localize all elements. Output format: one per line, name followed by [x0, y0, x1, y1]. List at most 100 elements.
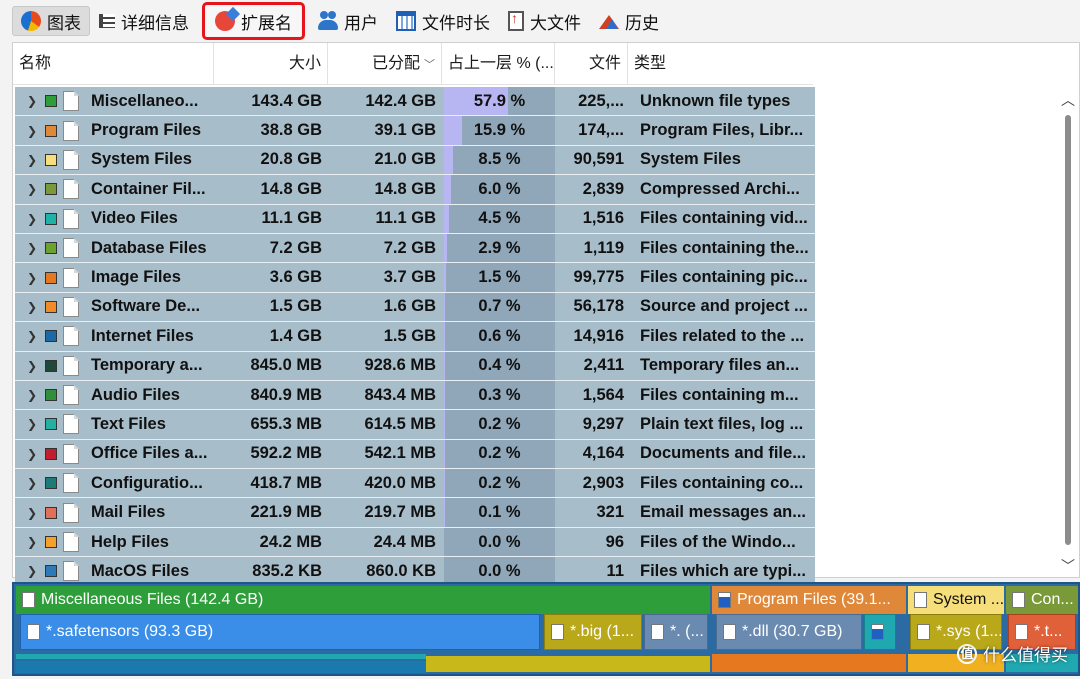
window-icon: [871, 624, 884, 640]
table-row[interactable]: ❯ System Files 20.8 GB 21.0 GB 8.5 % 90,…: [15, 145, 815, 176]
table-row[interactable]: ❯ Audio Files 840.9 MB 843.4 MB 0.3 % 1,…: [15, 380, 815, 411]
treemap-strip[interactable]: [712, 654, 906, 672]
percent-cell: 15.9 %: [444, 116, 555, 145]
treemap-block-system[interactable]: System ...: [908, 586, 1004, 614]
treemap-block-misc-other[interactable]: *. (...: [644, 614, 708, 650]
expand-chevron-icon[interactable]: ❯: [27, 359, 41, 373]
column-header-allocated-label: 已分配: [371, 55, 420, 72]
watermark-text: 什么值得买: [983, 646, 1068, 665]
tab-history[interactable]: 历史: [590, 6, 668, 36]
file-type-icon: [63, 238, 79, 259]
treemap-block-misc[interactable]: Miscellaneous Files (142.4 GB): [16, 586, 710, 614]
tab-extensions[interactable]: 扩展名: [202, 2, 305, 40]
treemap-block-program[interactable]: Program Files (39.1...: [712, 586, 906, 614]
tab-big-files[interactable]: 大文件: [499, 6, 590, 36]
expand-chevron-icon[interactable]: ❯: [27, 506, 41, 520]
row-size: 143.4 GB: [251, 91, 322, 110]
row-size: 845.0 MB: [250, 356, 322, 375]
table-row[interactable]: ❯ Image Files 3.6 GB 3.7 GB 1.5 % 99,775…: [15, 263, 815, 293]
column-header-files[interactable]: 文件: [555, 43, 628, 85]
treemap-dll-label: *.dll (30.7 GB): [742, 623, 843, 640]
table-row[interactable]: ❯ Temporary a... 845.0 MB 928.6 MB 0.4 %…: [15, 351, 815, 381]
row-type-label: Files containing the...: [640, 238, 809, 257]
column-header-allocated[interactable]: 已分配 ﹀: [328, 43, 442, 85]
expand-chevron-icon[interactable]: ❯: [27, 447, 41, 461]
color-swatch: [45, 300, 57, 313]
row-name: Software De...: [91, 297, 201, 316]
expand-chevron-icon[interactable]: ❯: [27, 417, 41, 431]
expand-chevron-icon[interactable]: ❯: [27, 476, 41, 490]
table-row[interactable]: ❯ Database Files 7.2 GB 7.2 GB 2.9 % 1,1…: [15, 233, 815, 264]
table-row[interactable]: ❯ Configuratio... 418.7 MB 420.0 MB 0.2 …: [15, 469, 815, 499]
tab-users[interactable]: 用户: [309, 6, 387, 36]
treemap[interactable]: Miscellaneous Files (142.4 GB) *.safeten…: [12, 582, 1080, 676]
tab-details[interactable]: 详细信息: [90, 6, 198, 36]
expand-chevron-icon[interactable]: ❯: [27, 94, 41, 108]
row-allocated: 614.5 MB: [364, 414, 436, 433]
percent-bar: [444, 116, 462, 145]
table-row[interactable]: ❯ Text Files 655.3 MB 614.5 MB 0.2 % 9,2…: [15, 410, 815, 440]
expand-chevron-icon[interactable]: ❯: [27, 535, 41, 549]
table-row[interactable]: ❯ Help Files 24.2 MB 24.4 MB 0.0 % 96 Fi…: [15, 527, 815, 558]
expand-chevron-icon[interactable]: ❯: [27, 241, 41, 255]
table-row[interactable]: ❯ Internet Files 1.4 GB 1.5 GB 0.6 % 14,…: [15, 322, 815, 352]
column-header-type[interactable]: 类型: [628, 43, 813, 85]
table-row[interactable]: ❯ Program Files 38.8 GB 39.1 GB 15.9 % 1…: [15, 116, 815, 146]
row-size: 655.3 MB: [250, 414, 322, 433]
tab-chart[interactable]: 图表: [12, 6, 90, 36]
treemap-misc-label: Miscellaneous Files (142.4 GB): [41, 591, 264, 608]
table-row[interactable]: ❯ Office Files a... 592.2 MB 542.1 MB 0.…: [15, 439, 815, 470]
color-swatch: [45, 389, 57, 402]
row-size: 592.2 MB: [250, 444, 322, 463]
table-header: 名称 大小 已分配 ﹀ 占上一层 % (... 文件 类型: [13, 43, 813, 85]
percent-bar: [444, 292, 445, 322]
expand-chevron-icon[interactable]: ❯: [27, 182, 41, 196]
row-size: 840.9 MB: [250, 385, 322, 404]
expand-chevron-icon[interactable]: ❯: [27, 212, 41, 226]
treemap-block-safetensors[interactable]: *.safetensors (93.3 GB): [20, 614, 540, 650]
color-swatch: [45, 447, 57, 460]
name-cell: ❯ Video Files: [15, 205, 214, 233]
file-icon: [1015, 624, 1028, 640]
vertical-scrollbar[interactable]: ︿ ﹀: [1057, 85, 1079, 579]
treemap-sys-label: *.sys (1...: [936, 623, 1002, 640]
row-files: 99,775: [573, 268, 624, 287]
row-name: Program Files: [91, 121, 202, 140]
row-type-label: Files which are typi...: [640, 561, 806, 580]
percent-cell: 0.4 %: [444, 351, 555, 380]
table-row[interactable]: ❯ Video Files 11.1 GB 11.1 GB 4.5 % 1,51…: [15, 204, 815, 234]
column-header-percent[interactable]: 占上一层 % (...: [442, 43, 555, 85]
table-row[interactable]: ❯ Mail Files 221.9 MB 219.7 MB 0.1 % 321…: [15, 498, 815, 528]
scrollbar-thumb[interactable]: [1065, 115, 1071, 545]
file-type-icon: [63, 561, 79, 582]
tab-file-age[interactable]: 文件时长: [387, 6, 499, 36]
expand-chevron-icon[interactable]: ❯: [27, 329, 41, 343]
color-swatch: [45, 565, 57, 578]
percent-cell: 0.2 %: [444, 410, 555, 439]
column-header-size[interactable]: 大小: [214, 43, 328, 85]
column-header-name[interactable]: 名称: [13, 43, 214, 85]
color-swatch: [45, 359, 57, 372]
scroll-down-icon[interactable]: ﹀: [1061, 559, 1075, 573]
table-row[interactable]: ❯ Container Fil... 14.8 GB 14.8 GB 6.0 %…: [15, 175, 815, 205]
treemap-strip[interactable]: [16, 654, 426, 659]
expand-chevron-icon[interactable]: ❯: [27, 300, 41, 314]
expand-chevron-icon[interactable]: ❯: [27, 153, 41, 167]
row-type: Compressed Archi...: [628, 175, 813, 203]
row-allocated: 1.6 GB: [383, 297, 436, 316]
treemap-strip[interactable]: [16, 661, 426, 673]
scroll-up-icon[interactable]: ︿: [1061, 93, 1075, 107]
expand-chevron-icon[interactable]: ❯: [27, 124, 41, 138]
row-percent: 0.0 %: [478, 532, 521, 551]
expand-chevron-icon[interactable]: ❯: [27, 564, 41, 578]
row-allocated: 3.7 GB: [383, 268, 436, 287]
treemap-block-container[interactable]: Con...: [1006, 586, 1078, 614]
treemap-block-exe[interactable]: [864, 614, 896, 650]
treemap-strip[interactable]: [426, 656, 710, 672]
treemap-block-dll[interactable]: *.dll (30.7 GB): [716, 614, 862, 650]
expand-chevron-icon[interactable]: ❯: [27, 271, 41, 285]
table-row[interactable]: ❯ Software De... 1.5 GB 1.6 GB 0.7 % 56,…: [15, 292, 815, 323]
treemap-block-big[interactable]: *.big (1...: [544, 614, 642, 650]
expand-chevron-icon[interactable]: ❯: [27, 388, 41, 402]
table-row[interactable]: ❯ Miscellaneo... 143.4 GB 142.4 GB 57.9 …: [15, 87, 815, 117]
